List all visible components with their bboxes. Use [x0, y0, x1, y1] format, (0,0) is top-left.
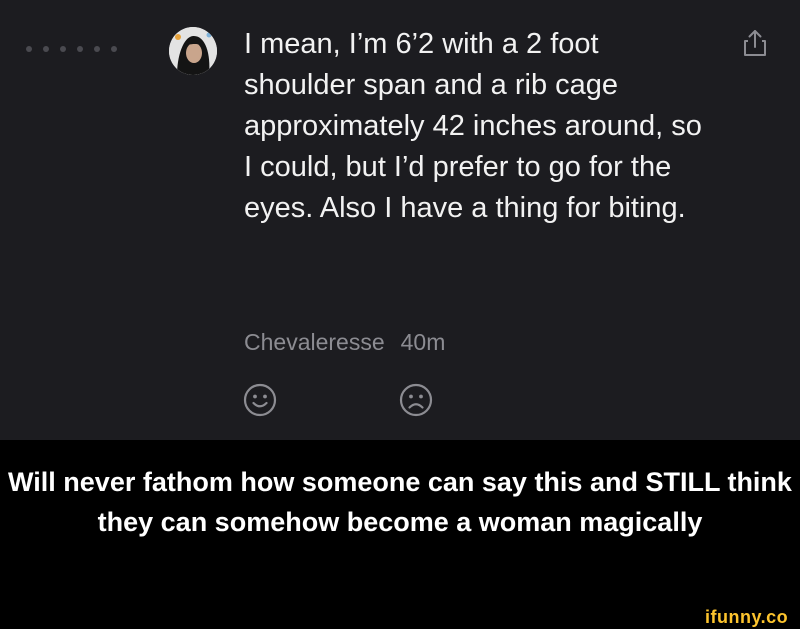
thread-dots — [26, 46, 117, 52]
frown-icon[interactable] — [399, 383, 433, 417]
author-name[interactable]: Chevaleresse — [244, 329, 385, 355]
ifunny-watermark: ifunny.co — [705, 607, 789, 627]
timestamp: 40m — [400, 329, 446, 355]
avatar[interactable] — [169, 27, 217, 75]
caption-text: Will never fathom how someone can say th… — [8, 467, 792, 537]
share-icon[interactable] — [742, 28, 768, 58]
comment-text: I mean, I’m 6’2 with a 2 foot shoulder s… — [244, 28, 702, 224]
comment-meta: Chevaleresse 40m — [244, 327, 445, 357]
smile-icon[interactable] — [243, 383, 277, 417]
